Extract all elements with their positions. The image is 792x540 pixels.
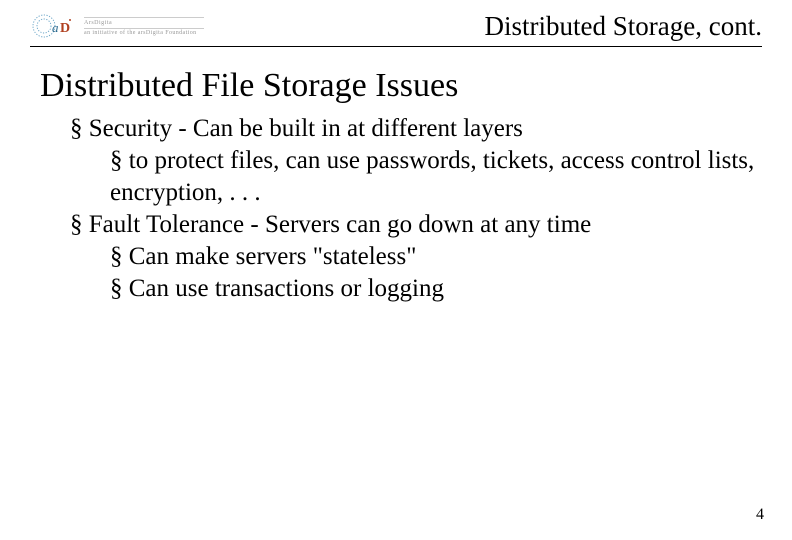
bullet-subitem: Can make servers "stateless"	[110, 241, 762, 273]
bullet-subtext: to protect files, can use passwords, tic…	[110, 147, 754, 206]
logo-org-bottom: an initiative of the arsDigita Foundatio…	[84, 28, 204, 36]
bullet-text: Security - Can be built in at different …	[89, 115, 523, 142]
bullet-text: Fault Tolerance - Servers can go down at…	[89, 211, 592, 238]
bullet-item: Fault Tolerance - Servers can go down at…	[70, 209, 762, 305]
bullet-sublist: to protect files, can use passwords, tic…	[70, 145, 762, 209]
bullet-list: Security - Can be built in at different …	[40, 113, 762, 305]
slide-title: Distributed File Storage Issues	[40, 67, 762, 105]
content: Distributed File Storage Issues Security…	[0, 47, 792, 305]
header-topic: Distributed Storage, cont.	[485, 11, 762, 42]
header-row: a D ArsDigita an initiative of the arsDi…	[30, 10, 762, 42]
bullet-item: Security - Can be built in at different …	[70, 113, 762, 209]
bullet-subitem: to protect files, can use passwords, tic…	[110, 145, 762, 209]
bullet-subitem: Can use transactions or logging	[110, 273, 762, 305]
bullet-subtext: Can use transactions or logging	[129, 275, 444, 302]
svg-text:a: a	[52, 20, 59, 35]
slide: a D ArsDigita an initiative of the arsDi…	[0, 0, 792, 540]
logo: a D ArsDigita an initiative of the arsDi…	[30, 10, 204, 42]
logo-org-top: ArsDigita	[84, 17, 204, 26]
logo-mark-icon: a D	[30, 10, 78, 42]
logo-text: ArsDigita an initiative of the arsDigita…	[84, 17, 204, 36]
bullet-subtext: Can make servers "stateless"	[129, 243, 417, 270]
page-number: 4	[756, 506, 764, 524]
bullet-sublist: Can make servers "stateless" Can use tra…	[70, 241, 762, 305]
svg-text:D: D	[60, 21, 70, 36]
header: a D ArsDigita an initiative of the arsDi…	[0, 0, 792, 42]
